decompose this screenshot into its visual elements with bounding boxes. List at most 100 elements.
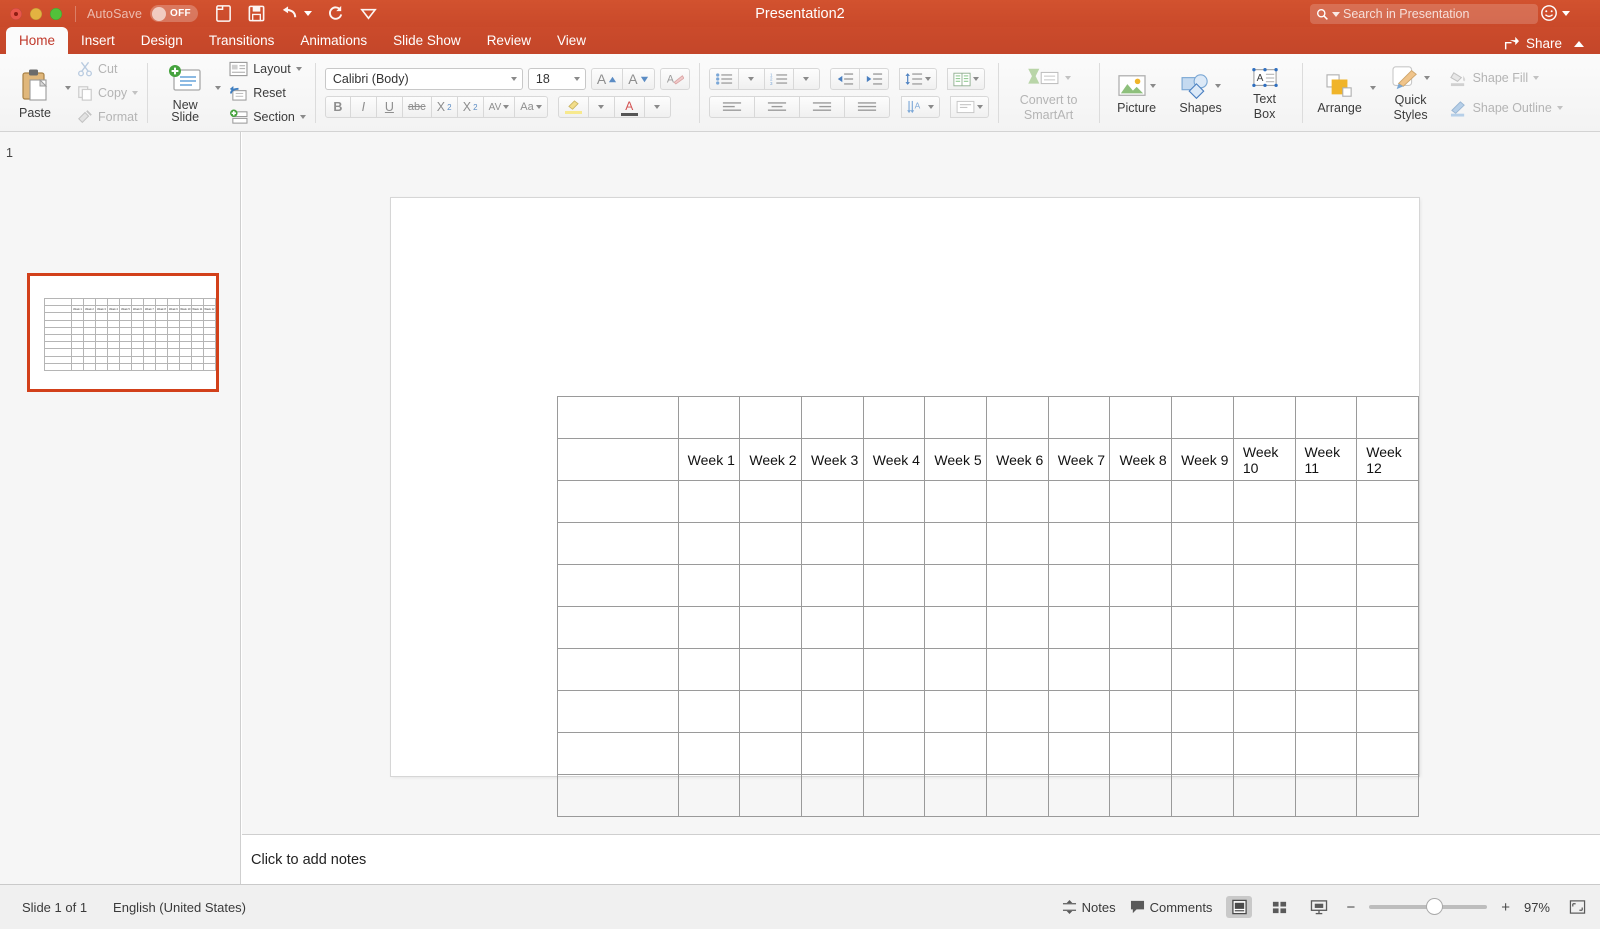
line-spacing-button[interactable]	[898, 68, 937, 90]
thumb-table-row-body-cell[interactable]	[118, 348, 132, 357]
thumb-table-row-body-cell[interactable]	[142, 333, 156, 343]
table-row-body-cell[interactable]	[1356, 606, 1419, 649]
increase-font-size-button[interactable]: A	[590, 68, 624, 90]
thumb-table-row-cell[interactable]	[43, 297, 73, 307]
numbering-dropdown-button[interactable]	[793, 68, 820, 90]
table-row-body-cell[interactable]	[1109, 522, 1173, 565]
table-row-body-cell[interactable]	[924, 690, 988, 733]
table-row-body-cell[interactable]	[924, 564, 988, 607]
table-row-body-cell[interactable]	[557, 648, 679, 691]
table-row-body-cell[interactable]	[1232, 732, 1296, 775]
thumb-table-row-body-cell[interactable]	[106, 348, 120, 357]
slide-canvas[interactable]: Week 1 Week 2 Week 3 Week 4 Week 5 Week 6 Week…	[391, 198, 1419, 817]
table-row-body-cell[interactable]	[557, 522, 679, 565]
table-row-body-cell[interactable]	[1232, 480, 1296, 523]
section-button[interactable]: Section	[229, 107, 306, 127]
thumb-table-row-body-cell[interactable]	[190, 348, 204, 357]
arrange-button[interactable]: Arrange	[1312, 73, 1368, 114]
thumb-table-row-body-cell[interactable]	[142, 312, 156, 321]
table-row-body-cell[interactable]	[1356, 522, 1419, 565]
collapse-ribbon-caret-icon[interactable]	[1574, 40, 1584, 47]
thumb-table-row-body-cell[interactable]	[43, 319, 73, 328]
thumb-table-row-body-cell[interactable]	[94, 362, 108, 371]
thumb-table-row-cell[interactable]	[130, 297, 144, 307]
thumb-table-row-body-cell[interactable]	[94, 355, 108, 364]
table-row-body-cell[interactable]	[1171, 774, 1234, 817]
table-row-week-header-cell[interactable]: Week 6	[986, 438, 1049, 481]
thumb-table-row-empty-header-row[interactable]	[43, 297, 217, 307]
thumb-table-row-body-cell[interactable]	[71, 362, 84, 371]
table-row-cell[interactable]	[1171, 396, 1234, 439]
table-row-week-header-cell[interactable]: Week 5	[924, 438, 988, 481]
thumb-table-row-body-cell[interactable]	[166, 348, 180, 357]
subscript-button[interactable]: X2	[457, 96, 484, 118]
align-center-button[interactable]	[754, 96, 800, 118]
zoom-percent-label[interactable]: 97%	[1524, 900, 1550, 915]
thumb-table-row-body-row[interactable]	[43, 362, 217, 371]
picture-caret-icon[interactable]	[1150, 83, 1157, 88]
save-icon[interactable]	[247, 4, 266, 23]
numbering-button[interactable]: 123	[764, 68, 794, 90]
table-row-body-cell[interactable]	[924, 774, 988, 817]
thumb-table-row-body-cell[interactable]	[118, 362, 132, 371]
thumb-table-row-cell[interactable]	[118, 297, 132, 307]
comments-toggle-button[interactable]: Comments	[1130, 900, 1212, 915]
thumb-table-row-body-cell[interactable]	[154, 326, 168, 335]
thumb-table-row-body-cell[interactable]	[178, 341, 192, 350]
table-row-body-cell[interactable]	[1109, 648, 1173, 691]
thumb-table-row-week-header-cell[interactable]: Week 11	[190, 305, 204, 314]
thumb-table-row-week-header-cell[interactable]: Week 8	[154, 305, 168, 314]
thumb-table-row-body-cell[interactable]	[118, 312, 132, 321]
thumb-table-row-week-header-cell[interactable]: Week 6	[130, 305, 144, 314]
thumb-table-row-body-cell[interactable]	[94, 312, 108, 321]
share-button[interactable]: Share	[1503, 36, 1584, 51]
thumb-table-row-body-cell[interactable]	[142, 348, 156, 357]
zoom-slider-handle[interactable]	[1427, 899, 1443, 914]
thumb-table-row-body-cell[interactable]	[83, 326, 96, 335]
thumb-table-row-week-header-cell[interactable]: Week 1	[71, 305, 84, 314]
layout-dropdown-caret-icon[interactable]	[295, 67, 302, 71]
table-row-body-cell[interactable]	[739, 522, 803, 565]
tab-animations[interactable]: Animations	[287, 27, 380, 54]
table-row-body-cell[interactable]	[1294, 732, 1358, 775]
undo-icon[interactable]	[280, 4, 313, 23]
table-row-cell[interactable]	[1294, 396, 1358, 439]
table-row-body-cell[interactable]	[1109, 690, 1173, 733]
table-row-body-cell[interactable]	[986, 564, 1049, 607]
table-row-body-row[interactable]	[557, 522, 1419, 565]
thumb-table-row-body-cell[interactable]	[178, 326, 192, 335]
thumb-table-row-body-cell[interactable]	[94, 341, 108, 350]
table-row-week-header-cell[interactable]: Week 4	[862, 438, 926, 481]
tab-transitions[interactable]: Transitions	[196, 27, 288, 54]
thumb-table-row-body-cell[interactable]	[202, 362, 217, 371]
thumb-table-row-cell[interactable]	[202, 297, 217, 307]
table-row-body-cell[interactable]	[1294, 480, 1358, 523]
table-row-body-cell[interactable]	[801, 606, 864, 649]
thumb-table-row-week-header-cell[interactable]: Week 2	[83, 305, 96, 314]
thumb-table-row-body-cell[interactable]	[83, 362, 96, 371]
table-row-body-cell[interactable]	[924, 606, 988, 649]
align-left-button[interactable]	[708, 96, 755, 118]
thumb-table-row-body-cell[interactable]	[83, 333, 96, 343]
smartart-caret-icon[interactable]	[1065, 76, 1072, 80]
table-row-body-cell[interactable]	[677, 648, 741, 691]
table-row-body-cell[interactable]	[677, 774, 741, 817]
table-row-body-cell[interactable]	[1171, 606, 1234, 649]
font-color-button[interactable]: A	[614, 96, 645, 118]
thumb-table-row-body-cell[interactable]	[154, 348, 168, 357]
table-row-body-cell[interactable]	[557, 606, 679, 649]
table-row-cell[interactable]	[739, 396, 803, 439]
table-row-body-cell[interactable]	[1171, 732, 1234, 775]
thumb-table-row-body-cell[interactable]	[106, 341, 120, 350]
language-indicator[interactable]: English (United States)	[113, 900, 246, 915]
thumb-table-row-body-cell[interactable]	[166, 326, 180, 335]
minimize-window-button[interactable]	[30, 7, 42, 20]
thumb-table-row-body-cell[interactable]	[43, 348, 73, 357]
thumb-table-row-body-cell[interactable]	[83, 319, 96, 328]
thumb-table-row-body-cell[interactable]	[118, 355, 132, 364]
slide-table[interactable]: Week 1 Week 2 Week 3 Week 4 Week 5 Week 6 Week…	[557, 396, 1419, 817]
thumb-table-row-body-row[interactable]	[43, 319, 217, 328]
thumb-table-row-body-cell[interactable]	[83, 355, 96, 364]
table-row-body-cell[interactable]	[677, 732, 741, 775]
table-row-body-cell[interactable]	[1109, 774, 1173, 817]
